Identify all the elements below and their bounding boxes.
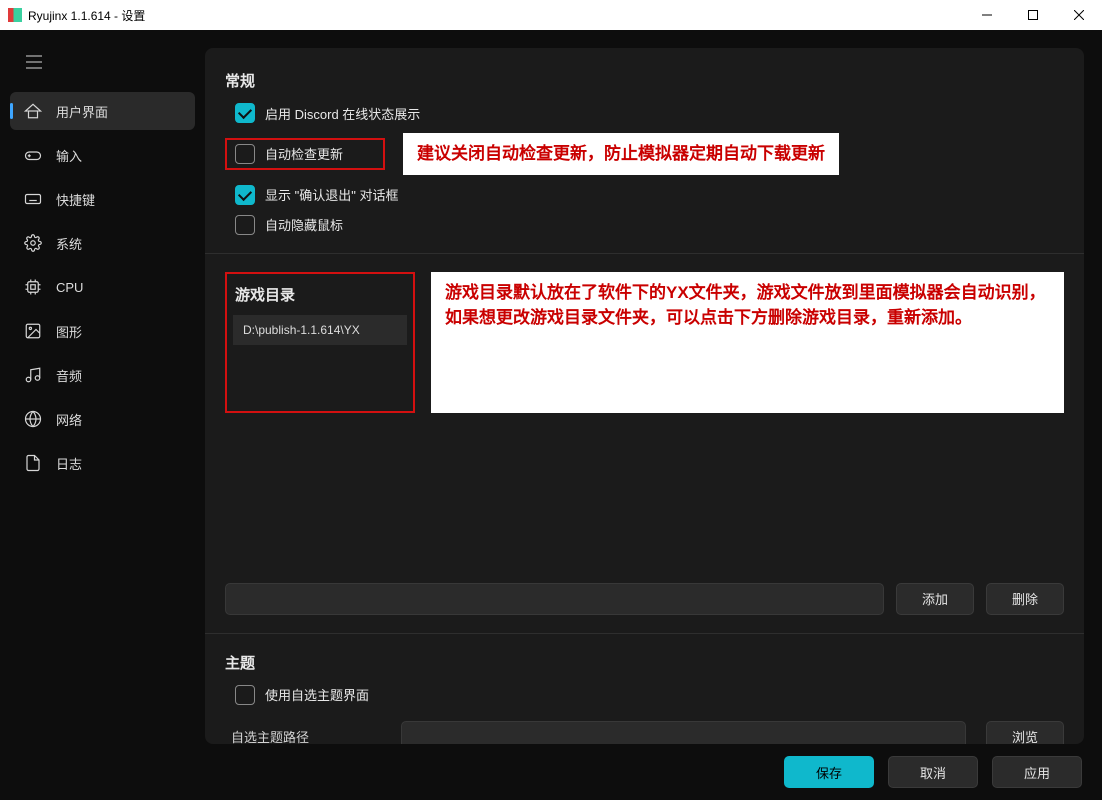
annotation-gamedir: 游戏目录默认放在了软件下的YX文件夹，游戏文件放到里面模拟器会自动识别，如果想更… <box>431 272 1064 413</box>
checkbox-confirm-exit[interactable] <box>235 185 255 205</box>
image-icon <box>24 322 42 340</box>
checkbox-autohide-cursor[interactable] <box>235 215 255 235</box>
sidebar-item-label: 系统 <box>56 234 82 253</box>
remove-button[interactable]: 删除 <box>986 583 1064 615</box>
checkbox-custom-theme[interactable] <box>235 685 255 705</box>
annotation-autoupdate: 建议关闭自动检查更新，防止模拟器定期自动下载更新 <box>403 133 839 175</box>
theme-path-input[interactable] <box>401 721 966 745</box>
file-icon <box>24 454 42 472</box>
checkbox-discord-label: 启用 Discord 在线状态展示 <box>265 104 420 123</box>
checkbox-autoupdate[interactable] <box>235 144 255 164</box>
cpu-icon <box>24 278 42 296</box>
footer: 保存 取消 应用 <box>0 744 1102 800</box>
apply-button[interactable]: 应用 <box>992 756 1082 788</box>
gear-icon <box>24 234 42 252</box>
sidebar-item-graphics[interactable]: 图形 <box>10 312 195 350</box>
music-icon <box>24 366 42 384</box>
section-general-title: 常规 <box>225 70 1064 91</box>
cancel-button[interactable]: 取消 <box>888 756 978 788</box>
theme-path-label: 自选主题路径 <box>231 727 381 744</box>
add-button[interactable]: 添加 <box>896 583 974 615</box>
browse-button[interactable]: 浏览 <box>986 721 1064 745</box>
section-theme-title: 主题 <box>225 652 1064 673</box>
sidebar-item-audio[interactable]: 音频 <box>10 356 195 394</box>
sidebar-item-label: 输入 <box>56 146 82 165</box>
sidebar-item-system[interactable]: 系统 <box>10 224 195 262</box>
sidebar-item-label: CPU <box>56 280 83 295</box>
sidebar-item-label: 日志 <box>56 454 82 473</box>
save-button[interactable]: 保存 <box>784 756 874 788</box>
sidebar-item-ui[interactable]: 用户界面 <box>10 92 195 130</box>
minimize-button[interactable] <box>964 0 1010 30</box>
sidebar-item-label: 网络 <box>56 410 82 429</box>
section-gamedir-title: 游戏目录 <box>235 284 407 305</box>
sidebar-item-label: 音频 <box>56 366 82 385</box>
keyboard-icon <box>24 190 42 208</box>
checkbox-confirm-exit-label: 显示 "确认退出" 对话框 <box>265 185 398 204</box>
globe-icon <box>24 410 42 428</box>
close-button[interactable] <box>1056 0 1102 30</box>
sidebar-item-label: 快捷键 <box>56 190 95 209</box>
window-title: Ryujinx 1.1.614 - 设置 <box>28 7 964 24</box>
gamepad-icon <box>24 146 42 164</box>
sidebar: 用户界面 输入 快捷键 系统 CPU 图形 <box>0 30 205 744</box>
sidebar-item-input[interactable]: 输入 <box>10 136 195 174</box>
gamedir-panel: 游戏目录 D:\publish-1.1.614\YX <box>225 272 415 413</box>
gamedir-path-input[interactable] <box>225 583 884 615</box>
checkbox-autoupdate-label: 自动检查更新 <box>265 144 343 163</box>
sidebar-item-cpu[interactable]: CPU <box>10 268 195 306</box>
checkbox-discord[interactable] <box>235 103 255 123</box>
titlebar: Ryujinx 1.1.614 - 设置 <box>0 0 1102 30</box>
checkbox-autohide-cursor-label: 自动隐藏鼠标 <box>265 215 343 234</box>
sidebar-item-network[interactable]: 网络 <box>10 400 195 438</box>
hamburger-button[interactable] <box>16 48 52 76</box>
sidebar-item-label: 图形 <box>56 322 82 341</box>
sidebar-item-label: 用户界面 <box>56 102 108 121</box>
app-logo-icon <box>8 8 22 22</box>
sidebar-item-hotkeys[interactable]: 快捷键 <box>10 180 195 218</box>
maximize-button[interactable] <box>1010 0 1056 30</box>
sidebar-item-log[interactable]: 日志 <box>10 444 195 482</box>
ui-icon <box>24 102 42 120</box>
gamedir-list-item[interactable]: D:\publish-1.1.614\YX <box>233 315 407 345</box>
settings-panel: 常规 启用 Discord 在线状态展示 自动检查更新 建议关闭自动检查更新，防… <box>205 48 1084 744</box>
checkbox-custom-theme-label: 使用自选主题界面 <box>265 685 369 704</box>
